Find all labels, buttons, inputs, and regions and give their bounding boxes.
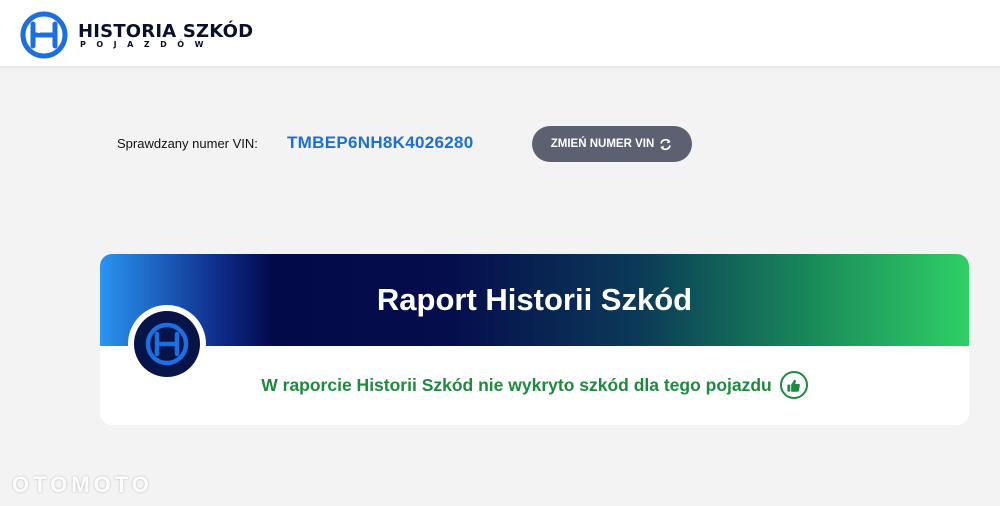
hs-logo-icon[interactable] (20, 11, 68, 59)
thumbs-up-icon (779, 371, 808, 399)
result-message: W raporcie Historii Szkód nie wykryto sz… (261, 374, 772, 395)
refresh-icon (660, 138, 672, 150)
change-vin-label: ZMIEŃ NUMER VIN (550, 138, 655, 150)
report-logo (134, 311, 200, 377)
brand-name[interactable]: HISTORIA SZKÓD (78, 21, 253, 42)
hs-logo-icon (145, 322, 189, 366)
report-result: W raporcie Historii Szkód nie wykryto sz… (100, 371, 969, 399)
change-vin-button[interactable]: ZMIEŃ NUMER VIN (532, 126, 692, 162)
brand-tagline: POJAZDÓW (80, 40, 214, 49)
vin-label: Sprawdzany numer VIN: (117, 136, 258, 151)
site-header: HISTORIA SZKÓD POJAZDÓW (0, 0, 1000, 66)
vin-value: TMBEP6NH8K4026280 (287, 133, 474, 152)
report-title: Raport Historii Szkód (376, 282, 693, 317)
otomoto-watermark: OTOMOTO (12, 472, 153, 497)
